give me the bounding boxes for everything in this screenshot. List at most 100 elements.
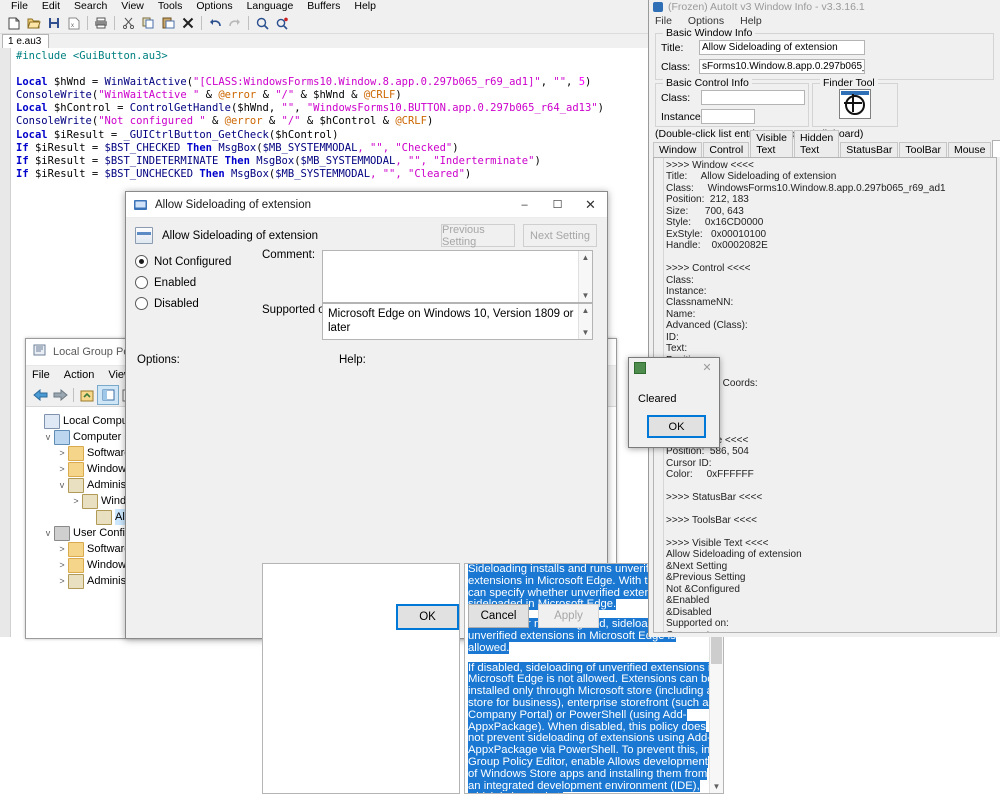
menu-language[interactable]: Language xyxy=(240,0,301,13)
code-l6-fn: ConsoleWrite xyxy=(16,115,92,128)
msgbox-ok-button[interactable]: OK xyxy=(647,415,706,438)
options-pane[interactable] xyxy=(262,563,460,794)
up-folder-icon[interactable] xyxy=(77,386,97,404)
paste-icon[interactable] xyxy=(158,14,178,32)
tab-mouse[interactable]: Mouse xyxy=(947,142,992,157)
tab-control[interactable]: Control xyxy=(703,142,750,157)
code-l4-fn: ConsoleWrite xyxy=(16,89,92,102)
scroll-down-arrow[interactable]: ▼ xyxy=(579,289,592,302)
tree-expander[interactable]: v xyxy=(56,480,68,490)
tab-hidden-text[interactable]: Hidden Text xyxy=(793,130,840,157)
scroll-up-arrow[interactable]: ▲ xyxy=(579,304,592,317)
menu-view[interactable]: View xyxy=(114,0,151,13)
msgbox-close-icon[interactable]: ✕ xyxy=(695,361,719,374)
scroll-down-arrow[interactable]: ▼ xyxy=(579,326,592,339)
tree-expander[interactable]: > xyxy=(56,544,68,554)
previous-setting-button[interactable]: Previous Setting xyxy=(441,224,515,248)
scroll-up-arrow[interactable]: ▲ xyxy=(579,251,592,264)
radio-label: Enabled xyxy=(154,276,197,289)
save-icon[interactable] xyxy=(44,14,64,32)
supported-scrollbar[interactable]: ▲ ▼ xyxy=(578,304,592,339)
comment-textbox[interactable]: ▲ ▼ xyxy=(322,250,593,303)
awi-menu-file[interactable]: File xyxy=(655,15,688,27)
basic-window-info-caption: Basic Window Info xyxy=(663,27,756,39)
comment-scrollbar[interactable]: ▲ ▼ xyxy=(578,251,592,302)
ok-button[interactable]: OK xyxy=(396,604,459,630)
apply-button[interactable]: Apply xyxy=(538,604,599,628)
tree-expander[interactable]: > xyxy=(56,464,68,474)
awi-ctrl-class-value[interactable] xyxy=(701,90,805,105)
tab-visible-text[interactable]: Visible Text xyxy=(750,130,793,157)
code-l8-mid: $iResult = xyxy=(28,141,105,154)
redo-icon[interactable] xyxy=(225,14,245,32)
tree-expander[interactable]: v xyxy=(42,528,54,538)
awi-menu-options[interactable]: Options xyxy=(688,15,740,27)
tree-expander[interactable]: > xyxy=(70,496,82,506)
code-l10-s2: "Cleared" xyxy=(408,167,465,180)
tab-statusbar[interactable]: StatusBar xyxy=(840,142,899,157)
menu-tools[interactable]: Tools xyxy=(151,0,190,13)
menu-buffers[interactable]: Buffers xyxy=(300,0,347,13)
close-button[interactable]: ✕ xyxy=(574,192,607,217)
save-as-icon[interactable]: x xyxy=(64,14,84,32)
awi-title: (Frozen) AutoIt v3 Window Info - v3.3.16… xyxy=(668,0,865,13)
forward-arrow-icon[interactable] xyxy=(50,386,70,404)
replace-icon[interactable] xyxy=(272,14,292,32)
help-label: Help: xyxy=(339,354,366,366)
tab-summary[interactable]: Summary xyxy=(992,140,1000,157)
cut-icon[interactable] xyxy=(118,14,138,32)
copy-icon[interactable] xyxy=(138,14,158,32)
gpe-menu-file[interactable]: File xyxy=(32,369,58,381)
next-setting-button[interactable]: Next Setting xyxy=(523,224,597,247)
awi-class-value[interactable]: sForms10.Window.8.app.0.297b065_r69_ad1 xyxy=(699,59,865,74)
gpe-menu-action[interactable]: Action xyxy=(64,369,103,381)
toolbar-separator-4 xyxy=(248,16,249,30)
code-l4-m2: @CRLF xyxy=(363,89,396,102)
new-icon[interactable] xyxy=(4,14,24,32)
buffer-tab-e-au3[interactable]: 1 e.au3 xyxy=(2,34,50,48)
computer-configuration-icon xyxy=(54,429,70,445)
scroll-down-arrow[interactable]: ▼ xyxy=(710,780,723,793)
awi-menu-help[interactable]: Help xyxy=(740,15,778,27)
tree-expander[interactable]: v xyxy=(42,432,54,442)
supported-on-textbox[interactable]: Microsoft Edge on Windows 10, Version 18… xyxy=(322,303,593,340)
tree-expander[interactable]: > xyxy=(56,576,68,586)
maximize-button[interactable]: ☐ xyxy=(541,192,574,217)
show-tree-icon[interactable] xyxy=(97,385,119,405)
tab-window[interactable]: Window xyxy=(653,142,703,157)
msgbox-dialog: ✕ Cleared OK xyxy=(628,357,720,448)
undo-icon[interactable] xyxy=(205,14,225,32)
radio-not-configured[interactable]: Not Configured xyxy=(135,251,250,272)
toolbar-separator-3 xyxy=(201,16,202,30)
back-arrow-icon[interactable] xyxy=(30,386,50,404)
radio-disabled[interactable]: Disabled xyxy=(135,293,250,314)
cancel-button[interactable]: Cancel xyxy=(468,604,529,628)
tab-toolbar[interactable]: ToolBar xyxy=(899,142,947,157)
dialog-titlebar: Allow Sideloading of extension – ☐ ✕ xyxy=(126,192,607,218)
radio-enabled[interactable]: Enabled xyxy=(135,272,250,293)
code-l3-fn: WinWaitActive xyxy=(104,76,187,89)
print-icon[interactable] xyxy=(91,14,111,32)
finder-target-icon[interactable] xyxy=(839,89,871,119)
awi-title-value[interactable]: Allow Sideloading of extension xyxy=(699,40,865,55)
menu-options[interactable]: Options xyxy=(189,0,239,13)
open-icon[interactable] xyxy=(24,14,44,32)
source-code: #include <GuiButton.au3> Local $hWnd = W… xyxy=(16,50,648,181)
find-icon[interactable] xyxy=(252,14,272,32)
help-p3-text: If disabled, sideloading of unverified e… xyxy=(468,661,717,793)
options-value xyxy=(263,564,459,572)
menu-edit[interactable]: Edit xyxy=(35,0,67,13)
code-l3-s1: "[CLASS:WindowsForms10.Window.8.app.0.29… xyxy=(193,76,541,89)
menu-search[interactable]: Search xyxy=(67,0,114,13)
editor-margin xyxy=(0,48,11,637)
menu-file[interactable]: File xyxy=(4,0,35,13)
menu-help[interactable]: Help xyxy=(347,0,383,13)
code-l10-const2: $MB_SYSTEMMODAL xyxy=(275,167,371,180)
tree-expander[interactable]: > xyxy=(56,448,68,458)
delete-icon[interactable] xyxy=(178,14,198,32)
radio-label: Disabled xyxy=(154,297,199,310)
minimize-button[interactable]: – xyxy=(508,192,541,217)
tree-expander[interactable]: > xyxy=(56,560,68,570)
awi-ctrl-instance-value[interactable] xyxy=(701,109,755,124)
